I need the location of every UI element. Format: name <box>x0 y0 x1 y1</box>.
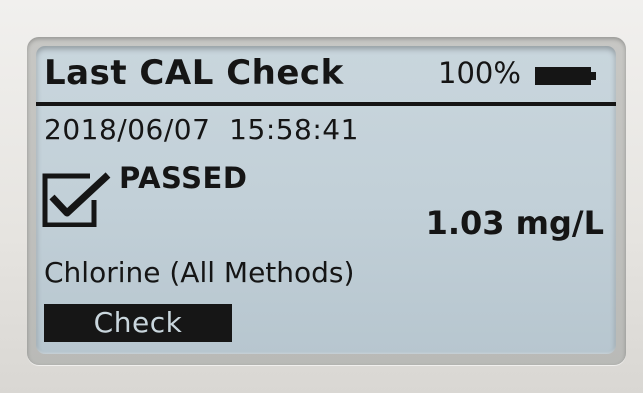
battery-fill <box>535 67 591 85</box>
battery-icon <box>535 67 596 85</box>
battery-tip <box>591 72 596 80</box>
lcd-screen: Last CAL Check 100% 2018/06/07 15:58:41 … <box>36 46 616 354</box>
checkbox-checked-icon <box>42 167 112 228</box>
status-text: PASSED <box>119 161 248 195</box>
screen-title: Last CAL Check <box>44 53 344 93</box>
battery-percent: 100% <box>438 56 521 90</box>
measurement-reading: 1.03 mg/L <box>425 204 604 242</box>
check-softkey-button[interactable]: Check <box>44 304 232 342</box>
calibration-timestamp: 2018/06/07 15:58:41 <box>44 113 359 146</box>
method-label: Chlorine (All Methods) <box>44 256 355 289</box>
header-divider <box>36 102 616 106</box>
